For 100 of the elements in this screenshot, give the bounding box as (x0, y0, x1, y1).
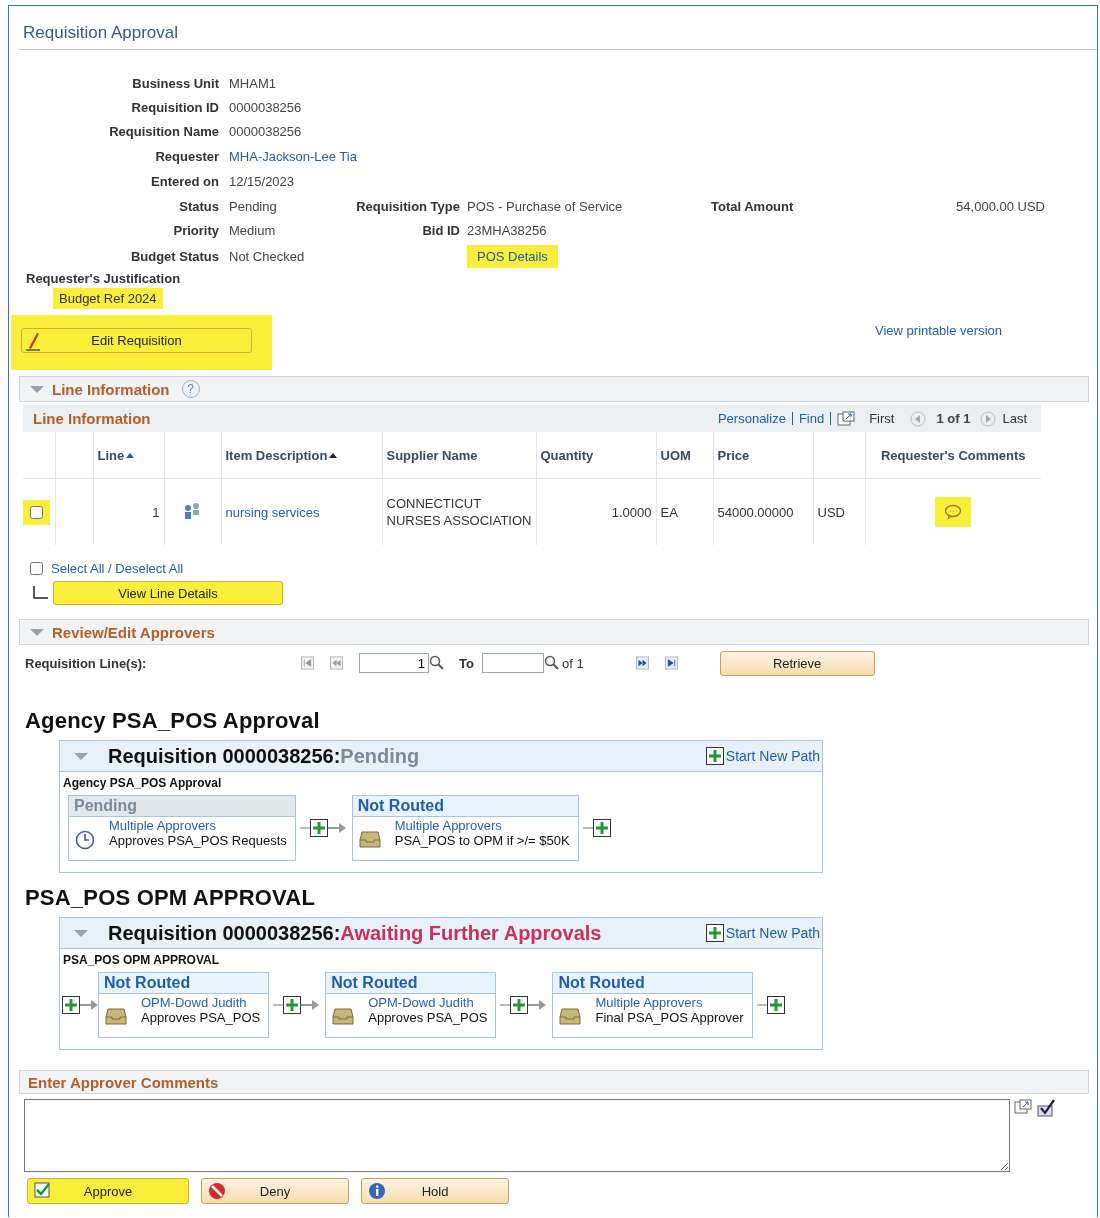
step-description: Approves PSA_POS (141, 1010, 261, 1025)
info-icon (368, 1182, 386, 1200)
page-title: Requisition Approval (19, 6, 1097, 50)
step-status: Not Routed (99, 973, 269, 994)
new-window-icon[interactable] (837, 411, 856, 426)
find-link[interactable]: Find (798, 411, 825, 426)
field-value: 0000038256 (229, 99, 302, 115)
column-header: Price (717, 447, 750, 463)
section-title: Line Information (52, 380, 170, 398)
spell-check-icon[interactable] (1036, 1099, 1056, 1117)
pencil-icon (25, 331, 41, 351)
edit-requisition-button[interactable]: Edit Requisition (21, 328, 252, 353)
field-label: Total Amount (711, 198, 794, 214)
add-button[interactable] (705, 747, 724, 765)
field-value: POS - Purchase of Service (467, 198, 623, 214)
field-label: Entered on (151, 174, 219, 189)
view-line-details-button[interactable]: View Line Details (53, 581, 283, 605)
help-button[interactable]: ? (181, 380, 200, 398)
field-value: Not Checked (229, 248, 305, 264)
field-label: To (459, 655, 474, 671)
search-icon[interactable] (429, 655, 445, 671)
field-label: Status (179, 198, 219, 214)
last-page-icon[interactable] (664, 656, 678, 670)
add-button[interactable] (283, 996, 302, 1014)
add-button[interactable] (510, 996, 529, 1014)
prev-page-icon[interactable] (330, 656, 343, 670)
path-heading: PSA_POS OPM APPROVAL (25, 885, 317, 911)
field-label: Business Unit (132, 76, 219, 91)
from-line-field[interactable]: 1 (359, 653, 429, 673)
personalize-link[interactable]: Personalize (717, 411, 786, 426)
step-status: Pending (69, 796, 295, 817)
next-page-icon[interactable] (635, 656, 649, 670)
start-new-path-link[interactable]: Start New Path (705, 924, 820, 942)
field-label: Requisition Name (109, 123, 219, 139)
field-value: Medium (229, 223, 276, 238)
grid-title: Line Information (33, 410, 152, 427)
comments-field[interactable] (24, 1099, 1010, 1172)
first-page-icon[interactable] (301, 656, 314, 670)
add-button[interactable] (766, 996, 785, 1014)
select-all-checkbox[interactable] (30, 562, 43, 575)
collapse-icon[interactable] (30, 385, 44, 393)
connector-arrow (301, 1000, 320, 1010)
approver-link[interactable]: OPM-Dowd Judith (141, 995, 261, 1010)
table-cell: 54000.00000 (717, 504, 794, 520)
table-cell: EA (660, 504, 678, 520)
column-header: UOM (660, 447, 691, 463)
approver-link[interactable]: OPM-Dowd Judith (368, 995, 488, 1010)
column-header[interactable]: Item Description (225, 447, 328, 463)
add-button[interactable] (592, 819, 611, 837)
table-cell: USD (817, 504, 845, 520)
add-button[interactable] (309, 819, 328, 837)
add-button[interactable] (705, 924, 724, 942)
step-description: Approves PSA_POS (368, 1010, 488, 1025)
search-icon[interactable] (543, 655, 560, 671)
action-button[interactable]: Hold (361, 1178, 509, 1204)
field-link[interactable]: MHA-Jackson-Lee Tia (229, 148, 357, 164)
to-line-field[interactable] (481, 653, 544, 673)
connector-line (299, 826, 310, 830)
connector-arrow (327, 823, 346, 833)
step-status: Not Routed (326, 973, 496, 994)
table-cell: CONNECTICUT NURSES ASSOCIATION (386, 496, 532, 528)
field-value: 0000038256 (229, 123, 302, 139)
step-description: Approves PSA_POS Requests (109, 833, 287, 848)
column-header[interactable]: Line (97, 447, 125, 463)
justification-value: Budget Ref 2024 (53, 288, 163, 309)
start-new-path-link[interactable]: Start New Path (705, 747, 820, 765)
field-value: Pending (229, 198, 277, 214)
connector-line (500, 1003, 511, 1007)
step-description: Final PSA_POS Approver (595, 1010, 744, 1025)
action-button[interactable]: Approve (27, 1178, 189, 1204)
inbox-tray-icon (332, 1007, 355, 1025)
line-total: of 1 (561, 655, 584, 671)
collapse-icon[interactable] (30, 628, 44, 636)
table-cell: 1 (152, 504, 160, 520)
retrieve-button[interactable]: Retrieve (719, 650, 875, 676)
speech-bubble-icon[interactable] (944, 504, 963, 520)
approver-link[interactable]: Multiple Approvers (394, 818, 570, 833)
new-window-icon[interactable] (1014, 1099, 1032, 1114)
clock-icon (75, 830, 95, 850)
inbox-tray-icon (105, 1007, 127, 1025)
field-link[interactable]: POS Details (467, 244, 558, 268)
printable-version-link[interactable]: View printable version (875, 323, 1002, 338)
item-link[interactable]: nursing services (225, 504, 320, 520)
select-all-link[interactable]: Select All / Deselect All (51, 561, 184, 576)
approver-link[interactable]: Multiple Approvers (595, 995, 744, 1010)
action-button[interactable]: Deny (201, 1178, 349, 1204)
field-label: Budget Status (130, 248, 219, 264)
section-title: Enter Approver Comments (28, 1073, 219, 1091)
connector-arrow (528, 1000, 547, 1010)
add-button[interactable] (62, 996, 80, 1014)
row-checkbox[interactable] (30, 505, 43, 519)
checkmark-icon (34, 1182, 52, 1200)
field-value: 54,000.00 USD (956, 198, 1045, 214)
step-description: PSA_POS to OPM if >/= $50K (394, 833, 570, 848)
field-value: 23MHA38256 (467, 223, 547, 238)
row-count: 1 of 1 (936, 411, 971, 426)
connector-line (582, 826, 593, 830)
first-label: First (869, 411, 895, 426)
approver-link[interactable]: Multiple Approvers (109, 818, 287, 833)
column-header: Supplier Name (386, 447, 478, 463)
